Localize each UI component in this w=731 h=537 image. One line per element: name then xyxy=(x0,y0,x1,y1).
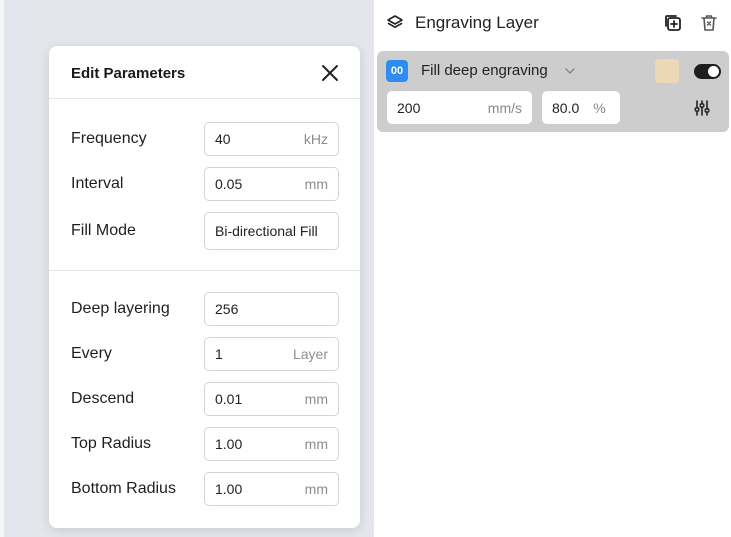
add-layer-icon[interactable] xyxy=(662,12,684,34)
layer-item[interactable]: 00 Fill deep engraving 200 mm/s 80.0 % xyxy=(377,51,729,132)
canvas-edge xyxy=(0,0,4,537)
fill-mode-select[interactable]: Bi-directional Fill xyxy=(204,212,339,250)
every-value: 1 xyxy=(215,346,223,362)
top-radius-unit: mm xyxy=(304,436,328,452)
fill-mode-label: Fill Mode xyxy=(71,222,136,239)
layer-panel-header: Engraving Layer xyxy=(386,10,720,36)
fill-mode-row: Fill Mode Bi-directional Fill xyxy=(49,212,360,250)
descend-row: Descend 0.01 mm xyxy=(49,382,360,416)
interval-input[interactable]: 0.05 mm xyxy=(204,167,339,201)
close-icon[interactable] xyxy=(321,64,339,82)
frequency-input[interactable]: 40 kHz xyxy=(204,122,339,156)
deep-layering-row: Deep layering 256 xyxy=(49,292,360,326)
adjust-parameters-icon[interactable] xyxy=(693,99,711,117)
every-input[interactable]: 1 Layer xyxy=(204,337,339,371)
interval-row: Interval 0.05 mm xyxy=(49,167,360,201)
frequency-value: 40 xyxy=(215,131,231,147)
layer-panel-title: Engraving Layer xyxy=(415,13,539,32)
bottom-radius-unit: mm xyxy=(304,481,328,497)
every-unit: Layer xyxy=(292,346,328,362)
top-radius-value: 1.00 xyxy=(215,436,243,452)
layer-color-swatch[interactable] xyxy=(655,59,679,83)
top-radius-label: Top Radius xyxy=(71,435,152,452)
frequency-row: Frequency 40 kHz xyxy=(49,122,360,156)
bottom-radius-input[interactable]: 1.00 mm xyxy=(204,472,339,506)
power-field[interactable]: 80.0 % xyxy=(542,91,620,124)
interval-label: Interval xyxy=(71,175,124,192)
bottom-radius-label: Bottom Radius xyxy=(71,480,176,497)
dialog-title: Edit Parameters xyxy=(71,65,186,82)
interval-value: 0.05 xyxy=(215,176,243,192)
descend-label: Descend xyxy=(71,390,135,407)
deep-layering-label: Deep layering xyxy=(71,300,170,317)
interval-unit: mm xyxy=(304,176,328,192)
fill-mode-value: Bi-directional Fill xyxy=(215,223,318,239)
power-value: 80.0 xyxy=(552,99,580,116)
layer-index-badge: 00 xyxy=(386,60,408,82)
frequency-unit: kHz xyxy=(303,131,328,147)
layer-enabled-toggle[interactable] xyxy=(694,64,721,79)
deep-layering-value: 256 xyxy=(215,301,239,317)
power-unit: % xyxy=(593,99,606,116)
section-divider xyxy=(49,270,360,271)
frequency-label: Frequency xyxy=(71,130,147,147)
edit-parameters-dialog: Edit Parameters Frequency 40 kHz Interva… xyxy=(49,46,360,528)
top-radius-row: Top Radius 1.00 mm xyxy=(49,427,360,461)
speed-field[interactable]: 200 mm/s xyxy=(387,91,532,124)
bottom-radius-row: Bottom Radius 1.00 mm xyxy=(49,472,360,506)
bottom-radius-value: 1.00 xyxy=(215,481,243,497)
speed-unit: mm/s xyxy=(487,99,522,116)
dialog-header: Edit Parameters xyxy=(49,46,360,99)
trash-icon[interactable] xyxy=(698,12,720,34)
descend-input[interactable]: 0.01 mm xyxy=(204,382,339,416)
every-label: Every xyxy=(71,345,112,362)
layer-mode-label[interactable]: Fill deep engraving xyxy=(421,62,548,79)
layers-icon xyxy=(386,14,404,32)
top-radius-input[interactable]: 1.00 mm xyxy=(204,427,339,461)
deep-layering-input[interactable]: 256 xyxy=(204,292,339,326)
descend-value: 0.01 xyxy=(215,391,243,407)
speed-value: 200 xyxy=(397,99,421,116)
every-row: Every 1 Layer xyxy=(49,337,360,371)
descend-unit: mm xyxy=(304,391,328,407)
chevron-down-icon[interactable] xyxy=(563,64,577,78)
